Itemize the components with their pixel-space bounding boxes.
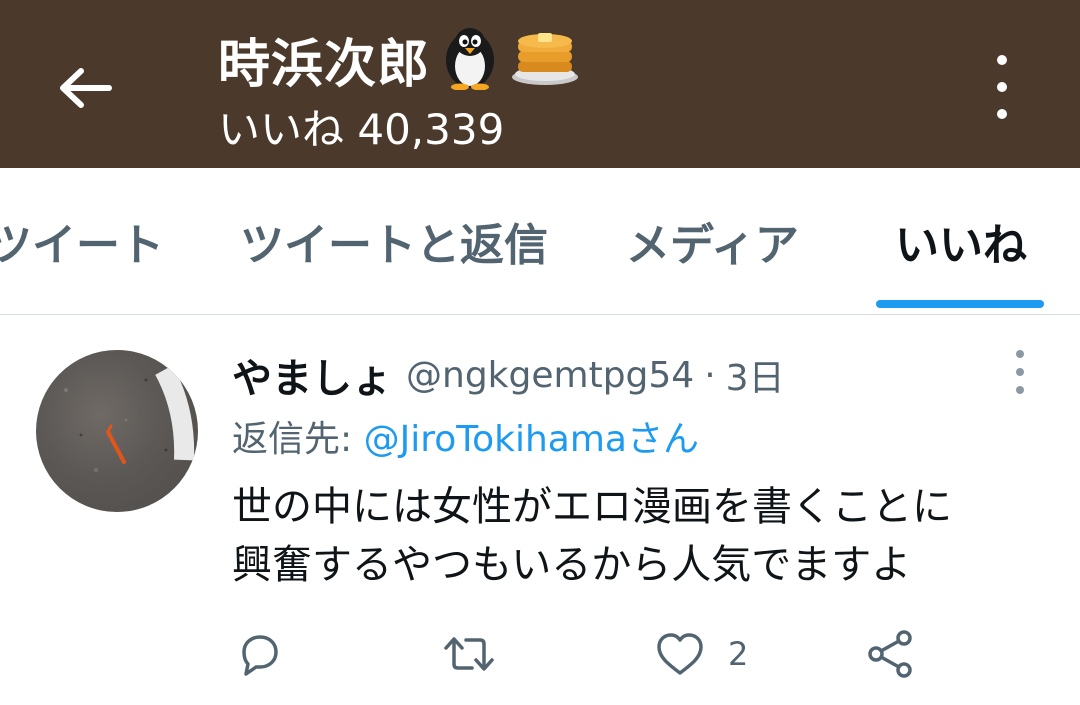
share-icon (868, 630, 912, 678)
retweet-icon (444, 637, 494, 671)
more-vertical-icon (1016, 350, 1024, 358)
profile-likes-count: いいね 40,339 (218, 105, 505, 154)
retweet-button[interactable] (442, 626, 496, 682)
tweet-text-line: 興奮するやつもいるから人気でますよ (232, 542, 912, 588)
header-title-row: 時浜次郎 (218, 24, 580, 95)
more-options-button[interactable] (985, 55, 1019, 119)
more-vertical-icon (997, 55, 1007, 65)
avatar[interactable] (36, 350, 198, 512)
author-name[interactable]: やましょ (232, 346, 392, 404)
profile-display-name: 時浜次郎 (218, 34, 431, 95)
heart-icon (657, 633, 703, 675)
tab-tweets-and-replies[interactable]: ツイートと返信 (240, 168, 548, 314)
reply-context: 返信先: @JiroTokihamaさん (232, 410, 699, 462)
tab-likes[interactable]: いいね (895, 168, 1027, 314)
reply-icon (242, 635, 278, 676)
tweet-timestamp[interactable]: 3日 (726, 349, 785, 401)
tweet-header: やましょ @ngkgemtpg54 · 3日 (232, 345, 785, 405)
reply-prefix: 返信先: (232, 419, 364, 460)
pancakes-icon (510, 27, 580, 91)
like-button[interactable]: 2 (654, 626, 748, 682)
arrow-left-icon (60, 68, 112, 108)
separator: · (704, 354, 716, 396)
profile-tabs: ツイート ツイートと返信 メディア いいね (0, 168, 1080, 315)
tab-tweets[interactable]: ツイート (0, 168, 164, 314)
profile-header: 時浜次郎 いいね 40,339 (0, 0, 1080, 168)
reply-target-link[interactable]: @JiroTokihamaさん (364, 419, 699, 460)
active-tab-indicator (876, 300, 1044, 308)
back-button[interactable] (55, 58, 115, 118)
reply-button[interactable] (234, 626, 282, 682)
penguin-icon (438, 24, 502, 94)
share-button[interactable] (866, 626, 918, 682)
author-handle[interactable]: @ngkgemtpg54 (406, 355, 694, 396)
tweet-text-line: 世の中には女性がエロ漫画を書くことに (232, 484, 952, 530)
tab-media[interactable]: メディア (626, 168, 799, 314)
like-count: 2 (728, 635, 749, 673)
tweet-more-button[interactable] (1010, 350, 1030, 394)
tweet-text: 世の中には女性がエロ漫画を書くことに 興奮するやつもいるから人気でますよ (232, 478, 1052, 594)
